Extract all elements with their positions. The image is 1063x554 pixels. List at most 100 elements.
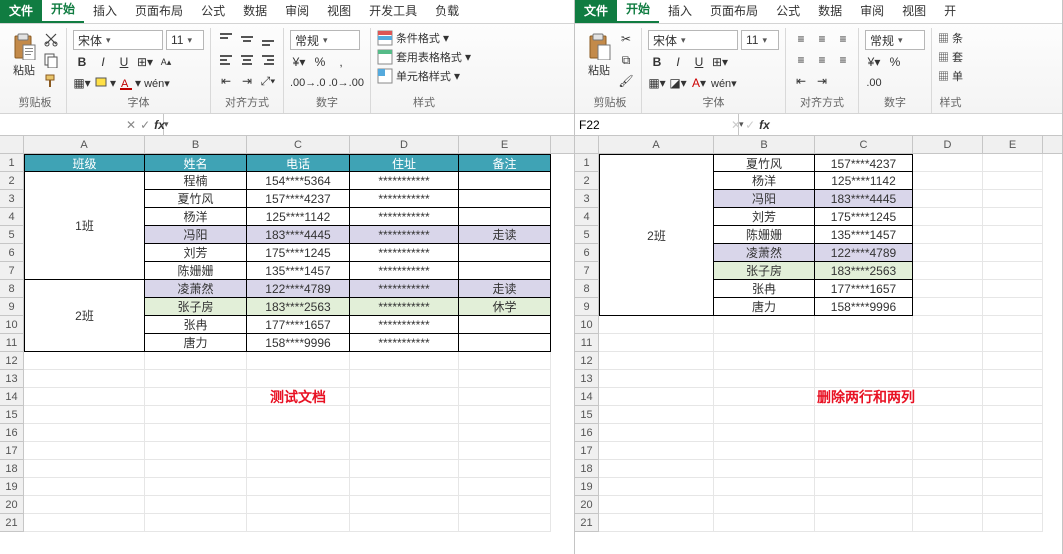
cell[interactable] [913, 406, 983, 424]
cell[interactable] [145, 388, 247, 406]
row-header[interactable]: 12 [0, 352, 24, 370]
cell[interactable] [983, 334, 1043, 352]
cell[interactable] [459, 442, 551, 460]
border-button[interactable]: ▦▾ [73, 74, 91, 92]
remark-cell[interactable] [459, 244, 551, 262]
remark-cell[interactable]: 走读 [459, 226, 551, 244]
row-header[interactable]: 21 [0, 514, 24, 532]
cell[interactable] [24, 460, 145, 478]
tab-文件[interactable]: 文件 [0, 0, 42, 23]
cell[interactable] [247, 460, 350, 478]
underline-button[interactable]: U [690, 53, 708, 71]
cell[interactable] [714, 496, 815, 514]
font-color-button[interactable]: A▾ [119, 74, 141, 92]
align-middle-icon[interactable] [238, 30, 256, 48]
remark-cell[interactable] [459, 316, 551, 334]
cell[interactable] [24, 370, 145, 388]
cell[interactable] [247, 442, 350, 460]
cell[interactable] [983, 190, 1043, 208]
row-header[interactable]: 8 [0, 280, 24, 298]
addr-cell[interactable]: *********** [350, 298, 459, 316]
align-top-icon[interactable] [217, 30, 235, 48]
dec-decimals-icon[interactable]: .0→.00 [328, 74, 363, 92]
name-cell[interactable]: 唐力 [145, 334, 247, 352]
cell[interactable] [350, 514, 459, 532]
cell[interactable] [599, 514, 714, 532]
align-center-icon[interactable] [238, 51, 256, 69]
cell[interactable] [913, 316, 983, 334]
fill-color-button[interactable]: ▾ [94, 74, 116, 92]
cell[interactable] [459, 406, 551, 424]
cell[interactable] [145, 514, 247, 532]
cell[interactable] [145, 442, 247, 460]
row-header[interactable]: 9 [0, 298, 24, 316]
cell[interactable] [145, 478, 247, 496]
cell[interactable] [350, 370, 459, 388]
tab-页面布局[interactable]: 页面布局 [701, 0, 767, 23]
cell[interactable] [714, 514, 815, 532]
inc-decimals-icon[interactable]: .00 [865, 74, 883, 92]
font-color-button[interactable]: A▾ [690, 74, 708, 92]
remark-cell[interactable] [459, 334, 551, 352]
remark-cell[interactable] [459, 172, 551, 190]
cell[interactable] [459, 478, 551, 496]
row-header[interactable]: 16 [575, 424, 599, 442]
align-right-icon[interactable] [259, 51, 277, 69]
font-size-combo[interactable]: 11▾ [741, 30, 779, 50]
col-header[interactable]: D [913, 136, 983, 153]
phone-cell[interactable]: 157****4237 [815, 154, 913, 172]
phone-cell[interactable]: 135****1457 [815, 226, 913, 244]
cell[interactable] [247, 406, 350, 424]
name-cell[interactable]: 刘芳 [714, 208, 815, 226]
table-header[interactable]: 姓名 [145, 154, 247, 172]
cell[interactable] [350, 442, 459, 460]
cell[interactable] [983, 406, 1043, 424]
cell[interactable] [714, 352, 815, 370]
row-header[interactable]: 6 [0, 244, 24, 262]
indent-decrease-icon[interactable]: ⇤ [217, 72, 235, 90]
cell[interactable] [913, 208, 983, 226]
cell[interactable] [913, 226, 983, 244]
name-cell[interactable]: 陈姗姗 [714, 226, 815, 244]
row-header[interactable]: 9 [575, 298, 599, 316]
addr-cell[interactable]: *********** [350, 172, 459, 190]
cell[interactable] [24, 514, 145, 532]
align-left-icon[interactable] [217, 51, 235, 69]
row-header[interactable]: 12 [575, 352, 599, 370]
col-header[interactable]: D [350, 136, 459, 153]
tab-视图[interactable]: 视图 [893, 0, 935, 23]
number-format-combo[interactable]: 常规▾ [290, 30, 360, 50]
cell[interactable] [599, 460, 714, 478]
font-name-combo[interactable]: 宋体▾ [648, 30, 738, 50]
align-bottom-icon[interactable]: ≡ [834, 30, 852, 48]
cut-icon[interactable] [42, 30, 60, 48]
fx-accept-icon[interactable]: ✓ [745, 118, 755, 132]
row-header[interactable]: 19 [0, 478, 24, 496]
cell[interactable] [714, 442, 815, 460]
addr-cell[interactable]: *********** [350, 208, 459, 226]
col-header[interactable]: C [247, 136, 350, 153]
percent-icon[interactable]: % [886, 53, 904, 71]
fx-accept-icon[interactable]: ✓ [140, 118, 150, 132]
cell[interactable] [983, 496, 1043, 514]
tab-视图[interactable]: 视图 [318, 0, 360, 23]
cell[interactable] [24, 442, 145, 460]
cell[interactable] [714, 370, 815, 388]
row-header[interactable]: 3 [0, 190, 24, 208]
table-style-button[interactable]: ▦ 套 [938, 49, 963, 65]
col-header[interactable]: E [459, 136, 551, 153]
formula-input-left[interactable] [171, 123, 574, 127]
phone-cell[interactable]: 125****1142 [247, 208, 350, 226]
paste-button[interactable]: 粘贴 [10, 30, 38, 78]
phone-cell[interactable]: 122****4789 [247, 280, 350, 298]
cell[interactable] [24, 424, 145, 442]
cell[interactable] [913, 460, 983, 478]
cell[interactable] [913, 244, 983, 262]
cell[interactable] [983, 370, 1043, 388]
orientation-icon[interactable]: ⤢▾ [259, 72, 277, 90]
remark-cell[interactable]: 休学 [459, 298, 551, 316]
remark-cell[interactable] [459, 262, 551, 280]
row-header[interactable]: 1 [0, 154, 24, 172]
row-header[interactable]: 4 [0, 208, 24, 226]
cell[interactable] [599, 442, 714, 460]
